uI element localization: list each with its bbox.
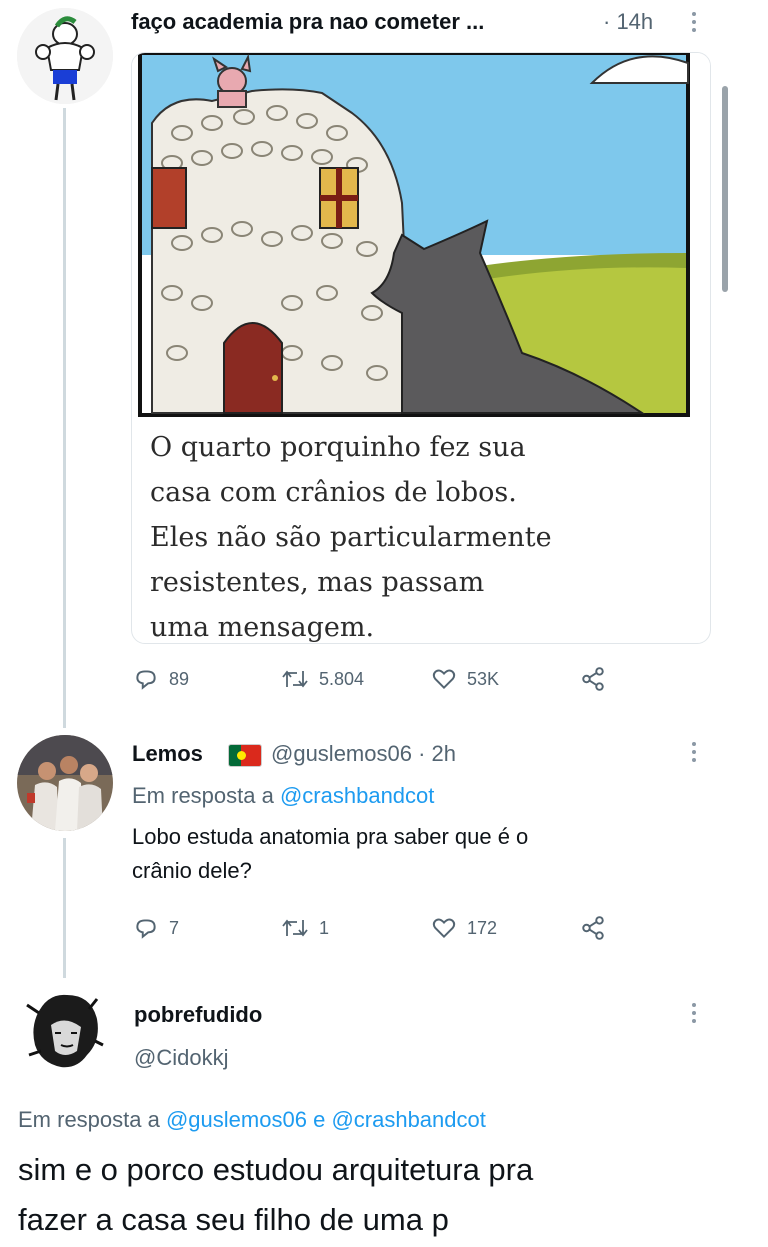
reply-icon [136, 670, 156, 690]
avatar[interactable] [17, 8, 113, 104]
thread-line-2 [63, 838, 66, 978]
tweet-image[interactable]: O quarto porquinho fez sua casa com crân… [131, 52, 711, 644]
reply-button[interactable]: 7 [133, 915, 179, 941]
tweet-time[interactable]: · 14h [603, 9, 653, 35]
user-handle[interactable]: @Cidokkj [134, 1045, 228, 1071]
share-button[interactable] [580, 915, 606, 941]
flag-icon [228, 744, 262, 767]
more-icon[interactable] [692, 12, 698, 32]
thread-line-1 [63, 108, 66, 728]
author-name[interactable]: faço academia pra nao cometer ... [131, 9, 484, 35]
retweet-button[interactable]: 1 [281, 915, 329, 941]
reply-context: Em resposta a @crashbandcot [132, 783, 434, 809]
reply-count: 7 [169, 917, 180, 938]
retweet-button[interactable]: 5.804 [281, 666, 364, 692]
like-count: 53K [467, 668, 500, 689]
reply-text: Lobo estuda anatomia pra saber que é o c… [132, 824, 529, 883]
author-name[interactable]: Lemos [132, 741, 203, 767]
more-icon[interactable] [692, 742, 698, 762]
reply-prefix: Em resposta a [132, 783, 274, 808]
reply-context: Em resposta a @guslemos06 e @crashbandco… [18, 1107, 486, 1133]
share-button[interactable] [580, 666, 606, 692]
more-icon[interactable] [692, 1003, 698, 1023]
avatar[interactable] [17, 735, 113, 831]
share-icon [582, 667, 604, 691]
retweet-icon [282, 670, 308, 688]
reply-button[interactable]: 89 [133, 666, 189, 692]
like-icon [432, 918, 456, 939]
retweet-count: 5.804 [319, 668, 365, 689]
author-name[interactable]: pobrefudido [134, 1002, 262, 1028]
reply-prefix: Em resposta a [18, 1107, 160, 1132]
mention-link[interactable]: @crashbandcot [331, 1107, 485, 1132]
like-button[interactable]: 172 [431, 915, 497, 941]
handle-time[interactable]: @guslemos06 · 2h [271, 741, 456, 767]
share-icon [582, 916, 604, 940]
retweet-count: 1 [319, 917, 330, 938]
reply-count: 89 [169, 668, 190, 689]
reply-and: e [313, 1107, 326, 1132]
reply1-actions: 7 1 172 [133, 915, 693, 943]
scrollbar[interactable] [722, 86, 728, 292]
like-icon [432, 669, 456, 690]
retweet-icon [282, 919, 308, 937]
reply-icon [136, 919, 156, 939]
illustration-image [132, 53, 710, 425]
like-button[interactable]: 53K [431, 666, 499, 692]
like-count: 172 [467, 917, 498, 938]
avatar[interactable] [17, 985, 113, 1081]
mention-link[interactable]: @guslemos06 [166, 1107, 307, 1132]
image-caption: O quarto porquinho fez sua casa com crân… [150, 432, 552, 643]
tweet1-actions: 89 5.804 53K [133, 666, 693, 694]
mention-link[interactable]: @crashbandcot [280, 783, 434, 808]
reply-text: sim e o porco estudou arquitetura pra fa… [18, 1152, 534, 1237]
